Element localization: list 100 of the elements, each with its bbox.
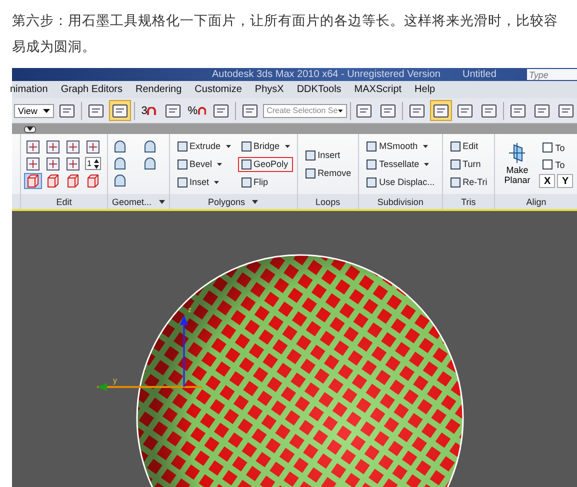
shape-icon[interactable] [142, 140, 158, 154]
toolbar-icon [379, 102, 398, 118]
command-icon [240, 140, 252, 152]
toolbar-icon [355, 102, 374, 118]
tool-icon[interactable] [25, 157, 41, 171]
ribbon-command-button[interactable]: Bevel [174, 156, 234, 172]
dropdown-arrow-icon [43, 108, 50, 112]
tool-icon[interactable] [85, 140, 101, 154]
tool-icon[interactable] [25, 140, 41, 154]
toolbar-button[interactable] [108, 100, 131, 121]
ribbon-command-button[interactable]: Remove [302, 166, 354, 180]
ribbon-command-button[interactable]: Turn [446, 156, 490, 172]
axis-label: y [113, 376, 117, 385]
make-planar-button[interactable]: Make Planar [499, 143, 536, 185]
ribbon-command-button[interactable]: Extrude [174, 138, 234, 154]
dropdown-field[interactable]: View [14, 104, 54, 118]
ribbon-command-button[interactable]: Tessellate [363, 156, 438, 172]
toolbar-icon [110, 102, 129, 118]
ribbon-command-button[interactable]: Use Displac... [363, 174, 438, 190]
shape-icon[interactable] [112, 174, 128, 188]
shape-icon[interactable] [112, 140, 128, 154]
command-icon [304, 168, 316, 178]
command-icon [176, 140, 188, 152]
menu-item[interactable]: nimation [10, 84, 48, 95]
panel-label[interactable]: Align [495, 194, 577, 209]
align-to-button[interactable]: To [539, 157, 574, 172]
article-paragraph: 第六步：用石墨工具规格化一下面片，让所有面片的各边等长。这样将来光滑时，比较容易成为圆洞。 [11, 12, 559, 56]
panel-label[interactable]: Geomet... [108, 194, 169, 209]
plane-icon [508, 143, 526, 163]
command-icon [176, 158, 188, 170]
tool-icon[interactable] [65, 140, 81, 154]
window-title: Autodesk 3ds Max 2010 x64 - Unregistered Version [212, 68, 440, 81]
toolbar-icon [408, 102, 426, 118]
command-icon [366, 176, 378, 188]
menu-item[interactable]: MAXScript [354, 84, 402, 95]
toolbar-icon [508, 102, 527, 118]
toolbar-icon [58, 102, 76, 118]
command-icon [240, 176, 252, 188]
caret-icon [27, 127, 33, 131]
square-icon [542, 159, 554, 170]
ribbon-command-button[interactable]: Inset [174, 174, 234, 190]
menu-item[interactable]: DDKTools [296, 84, 342, 95]
square-icon [542, 142, 554, 153]
toolbar-icon [432, 102, 450, 118]
cube-icon[interactable] [45, 174, 61, 188]
cube-icon[interactable] [85, 174, 101, 188]
toolbar-icon [164, 102, 182, 118]
panel-label[interactable]: Polygons [170, 194, 297, 209]
tool-icon[interactable] [45, 157, 61, 171]
command-icon [304, 150, 316, 160]
menu-item[interactable]: Help [414, 84, 436, 95]
menu-item[interactable]: Rendering [136, 84, 182, 95]
toolbar-button[interactable] [430, 100, 452, 121]
command-icon [450, 176, 461, 188]
command-icon [366, 158, 378, 170]
ribbon-command-button[interactable]: GeoPoly [238, 156, 293, 172]
panel-label[interactable]: Subdivision [359, 194, 442, 209]
command-icon [450, 140, 461, 152]
menu-item[interactable]: PhysX [254, 84, 284, 95]
cube-icon[interactable] [65, 174, 81, 188]
command-icon [450, 158, 461, 170]
snap-toggle-button[interactable]: 3 [138, 100, 160, 121]
toolbar-icon [240, 102, 259, 118]
shape-icon[interactable] [142, 157, 158, 171]
tool-icon[interactable] [65, 157, 81, 171]
menu-item[interactable]: Graph Editors [60, 84, 123, 95]
toolbar-icon [556, 102, 575, 118]
axis-button[interactable]: Y [557, 174, 574, 188]
ribbon-command-button[interactable]: Bridge [238, 138, 293, 154]
command-icon [240, 158, 252, 170]
cube-icon[interactable] [25, 174, 41, 188]
search-field[interactable]: Type [527, 69, 577, 80]
ribbon-command-button[interactable]: Insert [302, 148, 354, 162]
toolbar-icon [212, 102, 230, 118]
toolbar-icon [480, 102, 498, 118]
snap-toggle-button[interactable]: % [186, 100, 208, 121]
ribbon-toggle-button[interactable] [24, 126, 36, 132]
command-icon [176, 176, 188, 188]
axis-button[interactable]: X [539, 174, 556, 188]
panel-label[interactable]: Tris [442, 194, 494, 209]
spinner-arrows-icon [94, 158, 99, 168]
toolbar-icon [532, 102, 551, 118]
dropdown-field[interactable]: Create Selection Se [262, 104, 347, 118]
toolbar-icon [86, 102, 105, 118]
magnet-icon [198, 106, 206, 114]
panel-label[interactable]: Loops [298, 194, 358, 209]
ribbon-command-button[interactable]: Re-Tri [446, 174, 490, 190]
ribbon-command-button[interactable]: MSmooth [363, 138, 438, 154]
axis-gizmo-icon [97, 315, 202, 391]
shape-icon[interactable] [112, 157, 128, 171]
spinner-field[interactable]: 1 [85, 157, 101, 170]
magnet-icon [147, 106, 156, 114]
tool-icon[interactable] [45, 140, 61, 154]
toolbar-icon [456, 102, 474, 118]
panel-label[interactable]: Edit [21, 194, 107, 209]
align-to-button[interactable]: To [539, 140, 574, 155]
ribbon-command-button[interactable]: Edit [446, 138, 490, 154]
menu-item[interactable]: Customize [194, 84, 242, 95]
dropdown-arrow-icon [338, 108, 343, 112]
ribbon-command-button[interactable]: Flip [238, 174, 293, 190]
